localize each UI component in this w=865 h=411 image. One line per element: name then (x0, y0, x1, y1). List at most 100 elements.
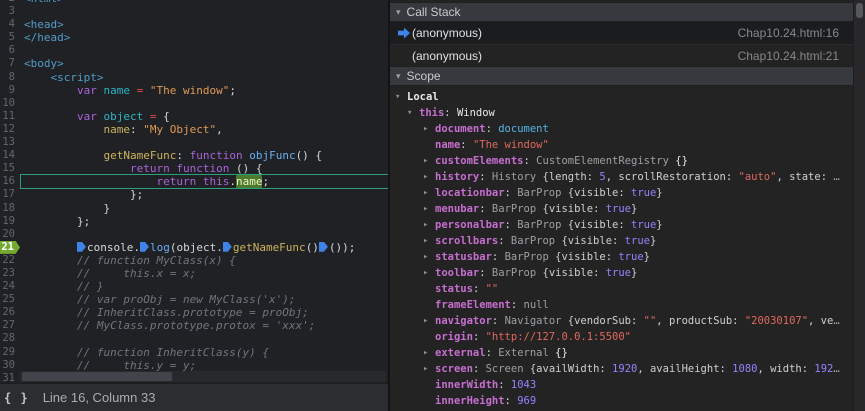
disclosure-triangle-icon[interactable]: ▸ (423, 249, 435, 265)
scope-row[interactable]: ▸ history: History {length: 5, scrollRest… (390, 169, 865, 185)
line-number[interactable]: 22 (0, 254, 20, 267)
line-number[interactable]: 3 (0, 5, 20, 18)
line-number[interactable]: 7 (0, 57, 20, 70)
code-text[interactable] (20, 136, 388, 149)
code-line[interactable]: 27 // MyClass.prototype.protox = 'xxx'; (0, 319, 388, 332)
disclosure-triangle-icon[interactable]: ▸ (423, 169, 435, 185)
scope-row[interactable]: ▸ statusbar: BarProp {visible: true} (390, 249, 865, 265)
code-line[interactable]: 8 <script> (0, 71, 388, 84)
scope-row[interactable]: status: "" (390, 281, 865, 297)
scope-row[interactable]: innerWidth: 1043 (390, 377, 865, 393)
scope-row[interactable]: ▸ document: document (390, 121, 865, 137)
code-text[interactable]: </head> (20, 31, 388, 44)
inline-breakpoint-marker-icon[interactable] (139, 241, 149, 252)
code-text[interactable]: // var proObj = new MyClass('x'); (20, 293, 388, 306)
disclosure-triangle-icon[interactable]: ▸ (423, 233, 435, 249)
line-number[interactable]: 26 (0, 306, 20, 319)
code-text[interactable]: // function InheritClass(y) { (20, 346, 388, 359)
code-hints-icon[interactable]: { } (0, 391, 35, 405)
scope-row[interactable]: ▸ menubar: BarProp {visible: true} (390, 201, 865, 217)
line-number[interactable]: 14 (0, 149, 20, 162)
code-line[interactable]: 18 } (0, 202, 388, 215)
code-text[interactable]: // this.y = y; (20, 359, 388, 372)
code-text[interactable] (20, 228, 388, 241)
code-text[interactable]: <head> (20, 18, 388, 31)
line-number[interactable]: 30 (0, 359, 20, 372)
line-number[interactable]: 5 (0, 31, 20, 44)
line-number[interactable]: 6 (0, 44, 20, 57)
disclosure-triangle-icon[interactable]: ▸ (423, 361, 435, 377)
scope-row[interactable]: ▸ navigator: Navigator {vendorSub: "", pr… (390, 313, 865, 329)
disclosure-triangle-icon[interactable]: ▸ (423, 153, 435, 169)
line-number[interactable]: 24 (0, 280, 20, 293)
scope-row[interactable]: ▸ scrollbars: BarProp {visible: true} (390, 233, 865, 249)
inline-breakpoint-marker-icon[interactable] (318, 241, 328, 252)
inline-breakpoint-marker-icon[interactable] (76, 241, 86, 252)
code-line[interactable]: 6 (0, 44, 388, 57)
scope-row[interactable]: origin: "http://127.0.0.1:5500" (390, 329, 865, 345)
code-line[interactable]: 4 <head> (0, 18, 388, 31)
call-stack-frame[interactable]: (anonymous) Chap10.24.html:16 (390, 22, 853, 44)
code-text[interactable]: console. log(object. getNameFunc() ()); (20, 241, 388, 254)
scope-row[interactable]: ▸ external: External {} (390, 345, 865, 361)
active-breakpoint-line-number[interactable]: 21 (0, 240, 20, 254)
code-line[interactable]: 29 // function InheritClass(y) { (0, 346, 388, 359)
code-line[interactable]: 17 }; (0, 188, 388, 201)
disclosure-triangle-icon[interactable]: ▸ (423, 345, 435, 361)
code-line[interactable]: 24 // } (0, 280, 388, 293)
line-number[interactable]: 16 (0, 175, 20, 188)
line-number[interactable]: 12 (0, 123, 20, 136)
line-number[interactable]: 9 (0, 84, 20, 97)
scope-row[interactable]: frameElement: null (390, 297, 865, 313)
panel-vertical-scrollbar-thumb[interactable] (856, 3, 863, 18)
code-line[interactable]: 26 // InheritClass.prototype = proObj; (0, 306, 388, 319)
code-text[interactable]: // } (20, 280, 388, 293)
line-number[interactable]: 27 (0, 319, 20, 332)
line-number[interactable]: 19 (0, 215, 20, 228)
code-line[interactable]: 30 // this.y = y; (0, 359, 388, 372)
code-text[interactable]: // MyClass.prototype.protox = 'xxx'; (20, 319, 388, 332)
line-number[interactable]: 25 (0, 293, 20, 306)
disclosure-triangle-icon[interactable]: ▸ (423, 121, 435, 137)
code-line[interactable]: 10 (0, 97, 388, 110)
code-text[interactable]: // InheritClass.prototype = proObj; (20, 306, 388, 319)
disclosure-triangle-icon[interactable]: ▸ (423, 265, 435, 281)
code-text[interactable]: // this.x = x; (20, 267, 388, 280)
disclosure-triangle-icon[interactable]: ▸ (423, 201, 435, 217)
code-line[interactable]: 14 getNameFunc: function objFunc() { (0, 149, 388, 162)
code-text[interactable]: var name = "The window"; (20, 84, 388, 97)
code-line[interactable]: 22 // function MyClass(x) { (0, 254, 388, 267)
scope-section-header[interactable]: ▾ Scope (390, 66, 853, 86)
disclosure-triangle-icon[interactable]: ▸ (423, 217, 435, 233)
disclosure-triangle-icon[interactable]: ▾ (407, 105, 419, 121)
editor-horizontal-scrollbar[interactable] (20, 371, 386, 382)
inline-breakpoint-marker-icon[interactable] (222, 241, 232, 252)
line-number[interactable]: 29 (0, 346, 20, 359)
code-text[interactable]: getNameFunc: function objFunc() { (20, 149, 388, 162)
code-line[interactable]: 20 (0, 228, 388, 241)
code-text[interactable]: <script> (20, 71, 388, 84)
code-line[interactable]: 16 return this.name; (0, 174, 388, 190)
code-text[interactable]: }; (20, 188, 388, 201)
code-line[interactable]: 9 var name = "The window"; (0, 84, 388, 97)
line-number[interactable]: 4 (0, 18, 20, 31)
disclosure-triangle-icon[interactable]: ▸ (423, 185, 435, 201)
code-line[interactable]: 19 }; (0, 215, 388, 228)
code-text[interactable] (20, 5, 388, 18)
line-number[interactable]: 15 (0, 162, 20, 175)
execution-line-code[interactable]: return this.name; (20, 174, 388, 190)
line-number[interactable]: 23 (0, 267, 20, 280)
code-text[interactable]: } (20, 202, 388, 215)
scope-row[interactable]: innerHeight: 969 (390, 393, 865, 409)
code-line[interactable]: 11 var object = { (0, 110, 388, 123)
code-line[interactable]: 7 <body> (0, 57, 388, 70)
scope-row[interactable]: name: "The window" (390, 137, 865, 153)
code-text[interactable]: // function MyClass(x) { (20, 254, 388, 267)
panel-vertical-scrollbar[interactable] (853, 0, 865, 411)
scope-row[interactable]: ▸ toolbar: BarProp {visible: true} (390, 265, 865, 281)
line-number[interactable]: 11 (0, 110, 20, 123)
line-number[interactable]: 10 (0, 97, 20, 110)
call-stack-section-header[interactable]: ▾ Call Stack (390, 2, 853, 22)
code-text[interactable] (20, 44, 388, 57)
line-number[interactable]: 18 (0, 202, 20, 215)
